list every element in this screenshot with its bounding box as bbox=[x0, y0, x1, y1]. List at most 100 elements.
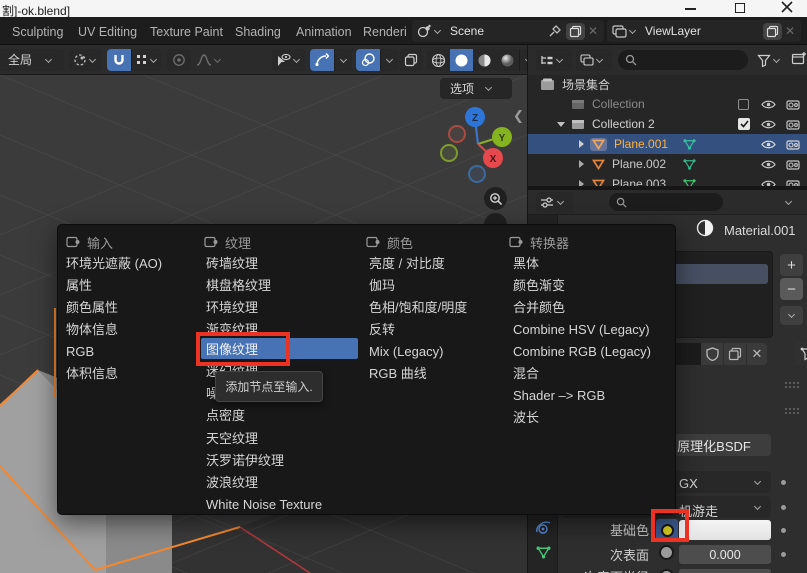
menu-item-checker-texture[interactable]: 棋盘格纹理 bbox=[206, 276, 271, 294]
outliner-row-collection[interactable]: Collection bbox=[528, 94, 807, 114]
collection-eye-icon[interactable] bbox=[761, 99, 776, 110]
plane1-eye-icon[interactable] bbox=[761, 139, 776, 150]
base-color-decorator-dot[interactable] bbox=[781, 528, 786, 533]
shading-solid-button[interactable] bbox=[450, 49, 473, 71]
outliner-display-mode-dropdown[interactable] bbox=[536, 49, 572, 71]
menu-item-color-ramp[interactable]: 颜色渐变 bbox=[513, 276, 565, 294]
viewport-zoom-button[interactable] bbox=[484, 187, 507, 210]
sidebar-collapse-arrow[interactable]: ❮ bbox=[513, 108, 524, 124]
menu-item-ao[interactable]: 环境光遮蔽 (AO) bbox=[66, 254, 162, 272]
menu-item-invert[interactable]: 反转 bbox=[369, 320, 395, 338]
menu-item-rgb-curves[interactable]: RGB 曲线 bbox=[369, 364, 427, 382]
plane1-camera-icon[interactable] bbox=[786, 139, 800, 150]
viewlayer-browse-chevron[interactable] bbox=[629, 26, 636, 33]
outliner-filter-source-dropdown[interactable] bbox=[576, 49, 612, 71]
pivot-point-dropdown[interactable] bbox=[69, 49, 102, 71]
maximize-button[interactable] bbox=[735, 3, 745, 13]
menu-item-combine-color[interactable]: 合并颜色 bbox=[513, 298, 565, 316]
menu-item-hue-saturation[interactable]: 色相/饱和度/明度 bbox=[369, 298, 467, 316]
scene-browse-chevron[interactable] bbox=[434, 26, 441, 33]
shading-rendered-button[interactable] bbox=[496, 49, 519, 71]
outliner-row-scene-collection[interactable]: 场景集合 bbox=[528, 75, 807, 94]
outliner-search-input[interactable] bbox=[618, 50, 748, 70]
new-viewlayer-button[interactable] bbox=[763, 23, 782, 40]
menu-item-rgb[interactable]: RGB bbox=[66, 342, 94, 360]
pin-icon[interactable] bbox=[548, 24, 562, 38]
menu-item-wavelength[interactable]: 波长 bbox=[513, 408, 539, 426]
overlays-toggle[interactable] bbox=[356, 49, 380, 71]
collection2-eye-icon[interactable] bbox=[761, 119, 776, 130]
outliner-row-plane3[interactable]: Plane.003 bbox=[528, 174, 807, 186]
proportional-edit-toggle[interactable] bbox=[167, 49, 191, 71]
tab-uv-editing[interactable]: UV Editing bbox=[78, 25, 137, 39]
properties-editor-type-dropdown[interactable] bbox=[536, 192, 574, 213]
outliner-row-plane1[interactable]: Plane.001 bbox=[528, 134, 807, 154]
unlink-scene-icon[interactable]: ✕ bbox=[588, 24, 598, 38]
menu-item-gamma[interactable]: 伽玛 bbox=[369, 276, 395, 294]
menu-item-combine-hsv-legacy[interactable]: Combine HSV (Legacy) bbox=[513, 320, 650, 338]
subsurface-method-decorator-dot[interactable] bbox=[781, 505, 786, 510]
plane3-eye-icon[interactable] bbox=[761, 179, 776, 187]
menu-item-sky-texture[interactable]: 天空纹理 bbox=[206, 429, 258, 447]
unlink-material-button[interactable]: ✕ bbox=[747, 343, 767, 365]
menu-item-white-noise-texture[interactable]: White Noise Texture bbox=[206, 495, 322, 513]
xray-toggle[interactable] bbox=[399, 49, 423, 71]
menu-item-volume-info[interactable]: 体积信息 bbox=[66, 364, 118, 382]
minimize-button[interactable] bbox=[685, 8, 696, 10]
menu-item-mix[interactable]: 混合 bbox=[513, 364, 539, 382]
panel-grip-2[interactable] bbox=[784, 407, 800, 416]
plane2-eye-icon[interactable] bbox=[761, 159, 776, 170]
menu-item-object-info[interactable]: 物体信息 bbox=[66, 320, 118, 338]
shading-wireframe-button[interactable] bbox=[427, 49, 450, 71]
transform-orientation-dropdown[interactable]: 全局 bbox=[0, 49, 64, 71]
navigation-gizmo[interactable]: Z Y X bbox=[427, 90, 527, 205]
gizmos-toggle[interactable] bbox=[310, 49, 334, 71]
scene-selector[interactable]: Scene ✕ bbox=[412, 20, 604, 42]
new-collection-button[interactable] bbox=[791, 51, 807, 66]
menu-item-shader-to-rgb[interactable]: Shader –> RGB bbox=[513, 386, 605, 404]
scene-name[interactable]: Scene bbox=[450, 25, 548, 37]
tab-animation[interactable]: Animation bbox=[296, 25, 352, 39]
menu-item-blackbody[interactable]: 黑体 bbox=[513, 254, 539, 272]
plane1-expand-arrow[interactable] bbox=[579, 140, 584, 148]
properties-options-chevron[interactable] bbox=[785, 198, 792, 205]
plane2-expand-arrow[interactable] bbox=[579, 160, 584, 168]
menu-item-point-density[interactable]: 点密度 bbox=[206, 406, 245, 424]
base-color-swatch[interactable] bbox=[679, 520, 771, 540]
collection2-expand-arrow[interactable] bbox=[557, 122, 565, 127]
close-button[interactable] bbox=[781, 1, 793, 13]
panel-grip-1[interactable] bbox=[784, 381, 800, 390]
menu-item-voronoi-texture[interactable]: 沃罗诺伊纹理 bbox=[206, 451, 284, 469]
subsurface-socket[interactable] bbox=[659, 545, 674, 560]
menu-item-combine-rgb-legacy[interactable]: Combine RGB (Legacy) bbox=[513, 342, 651, 360]
subsurface-value-slider[interactable]: 0.000 bbox=[679, 545, 771, 564]
menu-item-environment-texture[interactable]: 环境纹理 bbox=[206, 298, 258, 316]
snap-target-dropdown[interactable] bbox=[131, 49, 161, 71]
snap-toggle[interactable] bbox=[107, 49, 131, 71]
material-slot-specials-button[interactable] bbox=[780, 306, 803, 325]
overlays-dropdown[interactable] bbox=[380, 49, 398, 71]
tab-sculpting[interactable]: Sculpting bbox=[12, 25, 63, 39]
tab-texture-paint[interactable]: Texture Paint bbox=[150, 25, 223, 39]
remove-viewlayer-icon[interactable]: ✕ bbox=[785, 24, 795, 38]
duplicate-material-button[interactable] bbox=[724, 343, 746, 365]
subsurface-decorator-dot[interactable] bbox=[781, 552, 786, 557]
collection-exclude-checkbox[interactable] bbox=[738, 99, 749, 110]
distribution-decorator-dot[interactable] bbox=[781, 480, 786, 485]
plane3-camera-icon[interactable] bbox=[786, 179, 800, 187]
remove-material-slot-button[interactable]: − bbox=[780, 278, 803, 300]
outliner-filter-dropdown[interactable] bbox=[754, 49, 788, 71]
outliner-row-plane2[interactable]: Plane.002 bbox=[528, 154, 807, 174]
breadcrumb-material-name[interactable]: Material.001 bbox=[724, 223, 796, 238]
menu-item-attribute[interactable]: 属性 bbox=[66, 276, 92, 294]
new-scene-button[interactable] bbox=[566, 23, 585, 40]
tab-rendering[interactable]: Renderi bbox=[363, 25, 407, 39]
node-filter-dropdown[interactable] bbox=[794, 342, 807, 366]
collection2-exclude-checkbox[interactable] bbox=[738, 118, 750, 130]
menu-item-bright-contrast[interactable]: 亮度 / 对比度 bbox=[369, 254, 445, 272]
add-material-slot-button[interactable]: + bbox=[780, 254, 803, 276]
collection2-camera-icon[interactable] bbox=[786, 119, 800, 130]
menu-item-brick-texture[interactable]: 砖墙纹理 bbox=[206, 254, 258, 272]
shading-material-button[interactable] bbox=[473, 49, 496, 71]
menu-item-mix-legacy[interactable]: Mix (Legacy) bbox=[369, 342, 443, 360]
